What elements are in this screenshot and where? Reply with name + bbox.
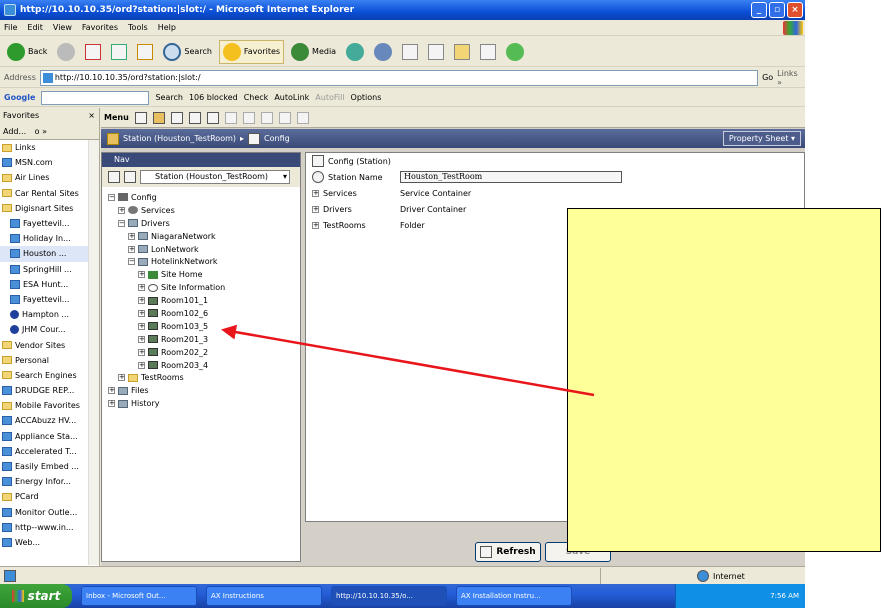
annotation-arrow: [221, 324, 595, 397]
